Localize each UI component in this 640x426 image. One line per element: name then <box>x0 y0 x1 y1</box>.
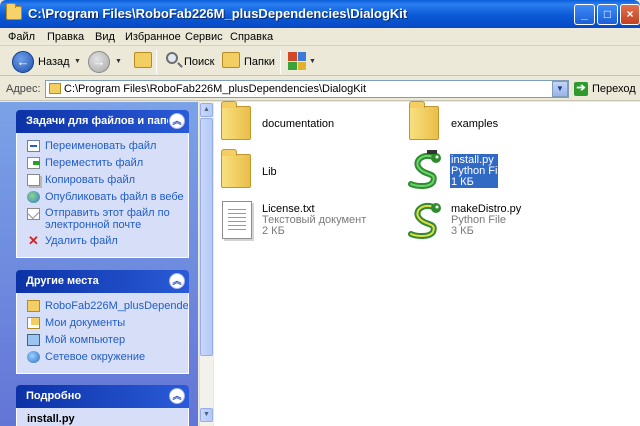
menu-file[interactable]: Файл <box>8 31 35 43</box>
menu-edit[interactable]: Правка <box>47 31 84 43</box>
folder-icon <box>27 300 40 312</box>
folder-icon[interactable] <box>221 101 251 140</box>
forward-dropdown-icon[interactable]: ▼ <box>115 58 122 65</box>
task-label[interactable]: Опубликовать файл в вебе <box>45 191 184 203</box>
address-value[interactable]: C:\Program Files\RoboFab226M_plusDepende… <box>64 83 366 95</box>
menu-tools[interactable]: Сервис <box>185 31 223 43</box>
folder-icon <box>6 3 22 20</box>
search-icon[interactable] <box>166 52 178 64</box>
forward-arrow-icon[interactable]: → <box>88 51 110 73</box>
file-size: 3 КБ <box>451 225 474 237</box>
web-publish-icon <box>27 191 40 203</box>
panel-title: Подробно <box>26 390 82 402</box>
task-rename[interactable]: Переименовать файл <box>27 139 188 156</box>
go-button-label[interactable]: Переход <box>592 83 636 95</box>
menu-help[interactable]: Справка <box>230 31 273 43</box>
task-email[interactable]: Отправить этот файл по электронной почте <box>27 207 188 234</box>
delete-icon: ✕ <box>28 234 39 248</box>
task-label[interactable]: Переместить файл <box>45 157 143 169</box>
file-size: 2 КБ <box>262 225 285 237</box>
place-network[interactable]: Сетевое окружение <box>27 350 188 367</box>
task-label[interactable]: Удалить файл <box>45 235 118 247</box>
collapse-icon[interactable]: ︽ <box>169 273 185 289</box>
task-copy[interactable]: Копировать файл <box>27 173 188 190</box>
folders-button-label[interactable]: Папки <box>244 56 275 68</box>
python-file-icon[interactable] <box>405 200 445 240</box>
collapse-icon[interactable]: ︽ <box>169 388 185 404</box>
back-arrow-icon[interactable]: ← <box>12 51 34 73</box>
panel-title: Задачи для файлов и папок <box>26 115 168 127</box>
views-dropdown-icon[interactable]: ▼ <box>309 58 316 65</box>
task-label[interactable]: Отправить этот файл по электронной почте <box>45 207 170 231</box>
email-icon <box>27 208 40 220</box>
network-icon <box>27 351 40 363</box>
menu-favorites[interactable]: Избранное <box>125 31 181 43</box>
task-delete[interactable]: ✕ Удалить файл <box>27 234 188 251</box>
task-label[interactable]: Переименовать файл <box>45 140 156 152</box>
move-icon <box>27 157 40 169</box>
rename-icon <box>27 140 40 152</box>
menu-bar: Файл Правка Вид Избранное Сервис Справка <box>0 28 640 46</box>
file-name[interactable]: documentation <box>262 119 334 130</box>
folders-icon[interactable] <box>222 52 240 68</box>
details-header[interactable]: Подробно ︽ <box>16 385 189 408</box>
close-button[interactable]: × <box>620 4 640 25</box>
task-publish[interactable]: Опубликовать файл в вебе <box>27 190 188 207</box>
address-label: Адрес: <box>6 83 41 95</box>
text-document-icon[interactable] <box>222 201 252 239</box>
file-tasks-panel: Задачи для файлов и папок ︽ Переименоват… <box>16 110 189 258</box>
copy-icon <box>27 174 40 186</box>
minimize-button[interactable]: _ <box>574 4 595 25</box>
place-label[interactable]: RoboFab226M_plusDependencies <box>45 300 188 312</box>
place-label[interactable]: Мой компьютер <box>45 334 125 346</box>
scroll-up-icon[interactable]: ▲ <box>200 103 213 117</box>
maximize-button[interactable]: □ <box>597 4 618 25</box>
place-parent-folder[interactable]: RoboFab226M_plusDependencies <box>27 299 188 316</box>
details-panel: Подробно ︽ install.py <box>16 385 189 426</box>
back-dropdown-icon[interactable]: ▼ <box>74 58 81 65</box>
my-computer-icon <box>27 334 40 346</box>
file-tasks-header[interactable]: Задачи для файлов и папок ︽ <box>16 110 189 133</box>
file-size: 1 КБ <box>451 176 474 188</box>
title-bar[interactable]: C:\Program Files\RoboFab226M_plusDepende… <box>0 0 640 28</box>
details-file-name: install.py <box>27 413 75 425</box>
task-move[interactable]: Переместить файл <box>27 156 188 173</box>
task-label[interactable]: Копировать файл <box>45 174 135 186</box>
go-arrow-icon[interactable]: ➔ <box>574 82 588 96</box>
window-title: C:\Program Files\RoboFab226M_plusDepende… <box>28 6 408 21</box>
folder-icon[interactable] <box>409 101 439 140</box>
collapse-icon[interactable]: ︽ <box>169 113 185 129</box>
python-file-icon[interactable] <box>405 150 445 190</box>
folder-icon <box>49 83 61 94</box>
my-documents-icon <box>27 317 40 329</box>
file-name[interactable]: examples <box>451 119 498 130</box>
folder-icon[interactable] <box>221 149 251 188</box>
place-my-computer[interactable]: Мой компьютер <box>27 333 188 350</box>
place-label[interactable]: Мои документы <box>45 317 125 329</box>
other-places-header[interactable]: Другие места ︽ <box>16 270 189 293</box>
views-icon[interactable] <box>288 52 306 70</box>
menu-view[interactable]: Вид <box>95 31 115 43</box>
search-button-label[interactable]: Поиск <box>184 56 214 68</box>
back-button-label[interactable]: Назад <box>38 56 70 68</box>
panel-title: Другие места <box>26 275 99 287</box>
file-name[interactable]: Lib <box>262 167 277 178</box>
place-my-documents[interactable]: Мои документы <box>27 316 188 333</box>
scroll-thumb[interactable] <box>200 118 213 356</box>
other-places-panel: Другие места ︽ RoboFab226M_plusDependenc… <box>16 270 189 374</box>
chevron-down-icon[interactable]: ▼ <box>552 81 568 97</box>
up-folder-icon[interactable] <box>134 52 152 68</box>
scroll-down-icon[interactable]: ▼ <box>200 408 213 422</box>
place-label[interactable]: Сетевое окружение <box>45 351 145 363</box>
